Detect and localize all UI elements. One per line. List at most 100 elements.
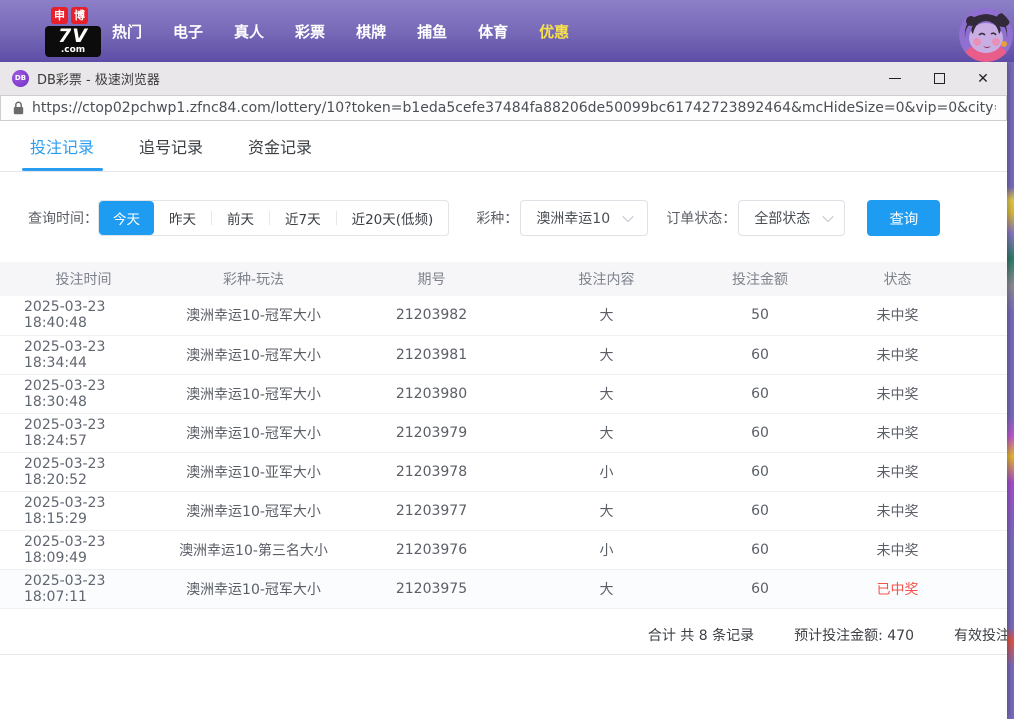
cell-amount: 60 <box>690 569 830 608</box>
tab-fund-records-label: 资金记录 <box>248 134 312 158</box>
table-row: 2025-03-23 18:40:48 澳洲幸运10-冠军大小 21203982… <box>0 296 1007 335</box>
cell-game: 澳洲幸运10-冠军大小 <box>167 569 340 608</box>
bet-records-table: 投注时间 彩种-玩法 期号 投注内容 投注金额 状态 2025-03-23 18… <box>0 262 1007 609</box>
time-filter-group: 今天 昨天 前天 近7天 近20天(低频) <box>98 200 449 236</box>
tab-chase-records[interactable]: 追号记录 <box>139 121 203 171</box>
cell-issue: 21203982 <box>340 296 523 335</box>
cell-amount: 50 <box>690 296 830 335</box>
record-tabs: 投注记录 追号记录 资金记录 <box>0 121 1007 172</box>
cell-time: 2025-03-23 18:40:48 <box>0 296 167 335</box>
brand-logo[interactable]: 申 博 7V .com <box>45 7 107 57</box>
time-option-yesterday[interactable]: 昨天 <box>154 201 211 235</box>
nav-item-live[interactable]: 真人 <box>234 21 264 42</box>
cell-issue: 21203975 <box>340 569 523 608</box>
cell-status: 未中奖 <box>830 452 965 491</box>
minimize-button[interactable] <box>873 62 917 95</box>
cell-game: 澳洲幸运10-第三名大小 <box>167 530 340 569</box>
time-option-last-7-days[interactable]: 近7天 <box>270 201 336 235</box>
header-cell-issue: 期号 <box>340 262 523 296</box>
cell-status: 未中奖 <box>830 374 965 413</box>
time-option-day-before[interactable]: 前天 <box>212 201 269 235</box>
tab-chase-records-label: 追号记录 <box>139 134 203 158</box>
tab-fund-records[interactable]: 资金记录 <box>248 121 312 171</box>
cell-time: 2025-03-23 18:30:48 <box>0 374 167 413</box>
cell-game: 澳洲幸运10-冠军大小 <box>167 296 340 335</box>
nav-item-sports[interactable]: 体育 <box>478 21 508 42</box>
cell-time: 2025-03-23 18:20:52 <box>0 452 167 491</box>
url-bar[interactable]: https://ctop02pchwp1.zfnc84.com/lottery/… <box>0 95 1007 121</box>
cell-status: 未中奖 <box>830 413 965 452</box>
logo-main-text: 7V <box>45 27 101 46</box>
cell-content: 大 <box>523 491 690 530</box>
cell-content: 大 <box>523 296 690 335</box>
cell-amount: 60 <box>690 491 830 530</box>
lottery-type-select[interactable]: 澳洲幸运10 <box>520 200 648 236</box>
header-cell-amount: 投注金额 <box>690 262 830 296</box>
logo-badge-shen: 申 <box>51 7 68 24</box>
cell-issue: 21203977 <box>340 491 523 530</box>
maximize-icon <box>934 73 945 84</box>
cell-amount: 60 <box>690 413 830 452</box>
cell-issue: 21203978 <box>340 452 523 491</box>
cell-amount: 60 <box>690 452 830 491</box>
table-row: 2025-03-23 18:24:57 澳洲幸运10-冠军大小 21203979… <box>0 413 1007 452</box>
time-option-today[interactable]: 今天 <box>99 201 154 235</box>
order-status-select[interactable]: 全部状态 <box>738 200 845 236</box>
table-row: 2025-03-23 18:09:49 澳洲幸运10-第三名大小 2120397… <box>0 530 1007 569</box>
user-avatar[interactable] <box>959 8 1013 62</box>
table-row: 2025-03-23 18:30:48 澳洲幸运10-冠军大小 21203980… <box>0 374 1007 413</box>
cell-amount: 60 <box>690 335 830 374</box>
header-cell-game: 彩种-玩法 <box>167 262 340 296</box>
cell-issue: 21203979 <box>340 413 523 452</box>
window-title: DB彩票 - 极速浏览器 <box>37 69 873 88</box>
logo-badge-bo: 博 <box>71 7 88 24</box>
nav-item-slots[interactable]: 电子 <box>173 21 203 42</box>
header-cell-time: 投注时间 <box>0 262 167 296</box>
table-header-row: 投注时间 彩种-玩法 期号 投注内容 投注金额 状态 <box>0 262 1007 296</box>
cell-content: 大 <box>523 374 690 413</box>
cell-content: 小 <box>523 530 690 569</box>
cell-status: 未中奖 <box>830 335 965 374</box>
active-tab-underline <box>22 168 103 171</box>
cell-time: 2025-03-23 18:09:49 <box>0 530 167 569</box>
cell-game: 澳洲幸运10-冠军大小 <box>167 374 340 413</box>
nav-item-lottery[interactable]: 彩票 <box>295 21 325 42</box>
summary-bar: 合计 共 8 条记录 预计投注金额: 470 有效投注金额 <box>0 616 1007 655</box>
cell-status: 未中奖 <box>830 491 965 530</box>
table-row: 2025-03-23 18:15:29 澳洲幸运10-冠军大小 21203977… <box>0 491 1007 530</box>
close-button[interactable]: ✕ <box>961 62 1005 95</box>
cell-content: 大 <box>523 413 690 452</box>
nav-item-fishing[interactable]: 捕鱼 <box>417 21 447 42</box>
chevron-down-icon <box>622 211 633 222</box>
tab-bet-records-label: 投注记录 <box>30 134 94 158</box>
cell-game: 澳洲幸运10-冠军大小 <box>167 413 340 452</box>
browser-favicon: DB <box>12 70 29 87</box>
time-option-last-20-days[interactable]: 近20天(低频) <box>337 201 449 235</box>
tab-bet-records[interactable]: 投注记录 <box>30 121 94 171</box>
logo-sub-text: .com <box>45 46 101 55</box>
header-cell-status: 状态 <box>830 262 965 296</box>
nav-item-hot[interactable]: 热门 <box>112 21 142 42</box>
maximize-button[interactable] <box>917 62 961 95</box>
nav-item-board[interactable]: 棋牌 <box>356 21 386 42</box>
time-filter-label: 查询时间： <box>28 208 98 228</box>
site-nav: 申 博 7V .com 热门 电子 真人 彩票 棋牌 捕鱼 体育 优惠 <box>0 0 1014 62</box>
cell-content: 大 <box>523 569 690 608</box>
cell-content: 小 <box>523 452 690 491</box>
order-status-label: 订单状态： <box>666 208 736 228</box>
background-page-strip <box>1007 62 1014 719</box>
table-row: 2025-03-23 18:34:44 澳洲幸运10-冠军大小 21203981… <box>0 335 1007 374</box>
cell-issue: 21203980 <box>340 374 523 413</box>
cell-amount: 60 <box>690 374 830 413</box>
nav-item-promo[interactable]: 优惠 <box>539 21 569 42</box>
lottery-type-value: 澳洲幸运10 <box>536 208 610 228</box>
cell-time: 2025-03-23 18:07:11 <box>0 569 167 608</box>
close-icon: ✕ <box>977 72 989 86</box>
main-nav: 热门 电子 真人 彩票 棋牌 捕鱼 体育 优惠 <box>112 0 569 62</box>
browser-window: DB DB彩票 - 极速浏览器 ✕ https://ctop02pchwp1.z… <box>0 62 1007 719</box>
cell-time: 2025-03-23 18:15:29 <box>0 491 167 530</box>
table-row: 2025-03-23 18:20:52 澳洲幸运10-亚军大小 21203978… <box>0 452 1007 491</box>
query-button[interactable]: 查询 <box>867 200 940 236</box>
cell-game: 澳洲幸运10-冠军大小 <box>167 491 340 530</box>
minimize-icon <box>889 78 901 79</box>
